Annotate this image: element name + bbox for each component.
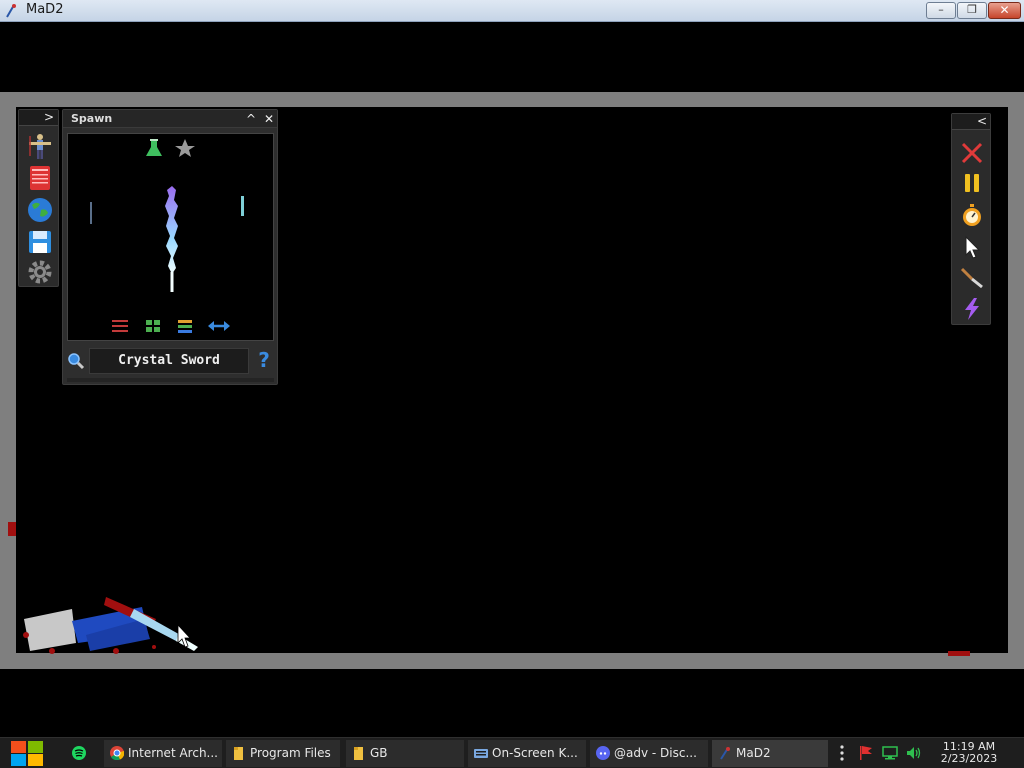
spawn-panel-footer [67,378,274,382]
taskbar-item-on-screen-keyboard[interactable]: On-Screen K... [468,740,586,767]
taskbar-item-mad2[interactable]: MaD2 [712,740,828,767]
knife-icon[interactable] [959,264,985,290]
star-icon[interactable] [175,139,195,157]
taskbar-item-chrome[interactable]: Internet Arch... [104,740,222,767]
taskbar-item-discord[interactable]: @adv - Disc... [590,740,708,767]
list-icon[interactable] [178,320,192,333]
window-title-bar[interactable]: MaD2 – ❐ ✕ [0,0,1024,22]
collapse-panel-button[interactable]: ^ [243,111,259,127]
window-title: MaD2 [26,2,64,17]
taskbar-item-label: GB [370,746,388,760]
spawn-search-row: Crystal Sword ? [63,346,277,376]
collapse-chevron-icon[interactable]: < [977,114,987,128]
folder-icon [234,747,243,760]
tray-overflow-icon[interactable] [838,744,846,762]
spawn-panel-header[interactable]: Spawn ^ ✕ [63,110,277,128]
ragdoll-torso [24,609,76,651]
item-preview[interactable] [67,133,274,341]
mad2-icon [720,747,730,760]
prev-item-preview[interactable] [90,202,92,224]
preview-canvas [90,139,244,333]
expand-chevron-icon[interactable]: > [44,110,54,124]
spotify-icon[interactable] [72,746,86,760]
action-center-flag-icon[interactable] [858,745,874,761]
next-item-preview[interactable] [241,196,244,216]
search-icon[interactable] [67,352,85,370]
taskbar-item-label: On-Screen K... [492,746,578,760]
game-frame: > Spawn ^ ✕ Crystal Sword ? < [0,92,1024,669]
taskbar-item-label: @adv - Disc... [614,746,697,760]
delete-x-icon[interactable] [959,140,985,166]
grid-icon[interactable] [146,320,160,332]
stopwatch-icon[interactable] [959,202,985,228]
selected-item-name[interactable]: Crystal Sword [89,348,249,374]
taskbar: Internet Arch... Program Files GB On-Scr… [0,737,1024,768]
pause-icon[interactable] [959,170,985,196]
taskbar-item-program-files[interactable]: Program Files [226,740,340,767]
globe-icon[interactable] [26,196,54,224]
maximize-button[interactable]: ❐ [957,2,987,19]
network-icon[interactable] [882,745,898,761]
app-icon [6,4,16,18]
left-toolbar: > [18,109,59,287]
keyboard-icon [474,749,488,758]
minimize-button[interactable]: – [926,2,956,19]
ragdoll-icon[interactable] [26,132,54,160]
spawn-panel-title: Spawn [71,112,113,125]
volume-icon[interactable] [906,745,922,761]
ragdoll-on-ground[interactable] [16,577,216,657]
crystal-sword-preview [165,186,178,292]
screen: MaD2 – ❐ ✕ > Spawn ^ ✕ Crystal Sword ? <… [0,0,1024,768]
blood-splatter [948,651,970,656]
save-icon[interactable] [26,228,54,256]
close-panel-button[interactable]: ✕ [261,111,277,127]
right-toolbar-header: < [952,114,990,130]
taskbar-item-label: Internet Arch... [128,746,218,760]
close-window-button[interactable]: ✕ [988,2,1021,19]
game-arena[interactable]: > Spawn ^ ✕ Crystal Sword ? < [8,107,1008,654]
taskbar-item-gb[interactable]: GB [346,740,464,767]
windows-start-icon[interactable] [10,739,44,768]
cursor-icon[interactable] [959,234,985,260]
system-clock[interactable]: 11:19 AM 2/23/2023 [932,741,1006,765]
clock-date: 2/23/2023 [940,752,998,765]
sliders-icon[interactable] [112,320,128,332]
left-toolbar-header: > [19,110,58,126]
spawn-panel: Spawn ^ ✕ Crystal Sword ? [62,109,278,385]
maximize-icon: ❐ [967,3,977,16]
taskbar-item-label: MaD2 [736,746,771,760]
minimize-icon: – [938,3,944,16]
taskbar-item-label: Program Files [250,746,331,760]
lightning-icon[interactable] [959,296,985,322]
right-toolbar: < [951,113,991,325]
book-icon[interactable] [26,164,54,192]
discord-icon [596,746,610,760]
help-icon[interactable]: ? [255,349,273,371]
folder-icon [354,747,363,760]
chrome-icon [110,746,124,760]
blood-splatter [8,522,16,536]
flask-icon[interactable] [146,139,162,156]
swap-arrows-icon[interactable] [208,321,230,331]
close-icon: ✕ [999,3,1010,17]
gear-icon[interactable] [26,258,54,286]
